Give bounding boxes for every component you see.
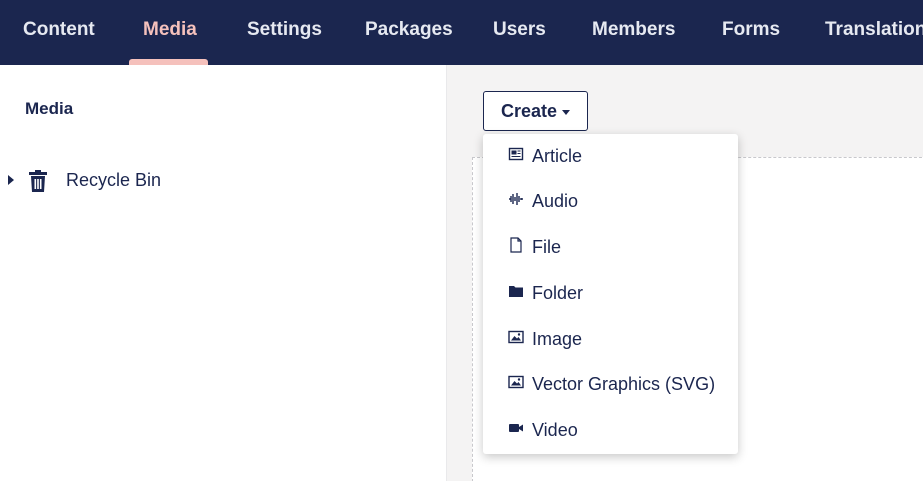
tree-item-label: Recycle Bin [66,170,162,190]
tree-title: Media [25,99,74,118]
tab-members[interactable]: Members [592,0,675,65]
menu-item-vector-graphics[interactable]: Vector Graphics (SVG) [483,363,738,405]
video-icon [509,424,523,432]
top-navigation: Content Media Settings Packages Users Me… [0,0,923,65]
tab-content[interactable]: Content [23,0,95,65]
tab-users[interactable]: Users [493,0,546,65]
article-icon [508,147,524,161]
caret-down-icon [562,110,570,115]
menu-item-video[interactable]: Video [483,409,738,451]
menu-item-article[interactable]: Article [483,135,738,177]
tree-item-recycle-bin[interactable]: Recycle Bin [0,165,446,197]
menu-item-label: Folder [532,283,584,303]
menu-item-image[interactable]: Image [483,318,738,360]
tab-forms[interactable]: Forms [722,0,780,65]
create-button-label: Create [501,101,558,121]
menu-item-label: File [532,237,562,257]
create-button[interactable]: Create [483,91,588,131]
menu-item-folder[interactable]: Folder [483,272,738,314]
expand-caret-icon[interactable] [8,175,14,185]
menu-item-label: Vector Graphics (SVG) [532,374,716,394]
tab-packages[interactable]: Packages [365,0,453,65]
tab-translation[interactable]: Translation [825,0,923,65]
image-icon [508,375,524,389]
menu-item-label: Audio [532,191,579,211]
folder-icon [509,286,523,297]
menu-item-label: Video [532,420,578,440]
tab-settings[interactable]: Settings [247,0,322,65]
file-icon [510,237,522,253]
menu-item-file[interactable]: File [483,226,738,268]
menu-item-label: Image [532,329,583,349]
audio-icon [509,193,523,205]
create-dropdown-menu: Article Audio File Folder Image Vector G… [483,134,738,454]
trash-icon [29,170,47,192]
menu-item-audio[interactable]: Audio [483,180,738,222]
tab-media[interactable]: Media [143,0,197,65]
menu-item-label: Article [532,146,583,166]
image-icon [508,330,524,344]
section-tree: Media Recycle Bin [0,65,447,481]
